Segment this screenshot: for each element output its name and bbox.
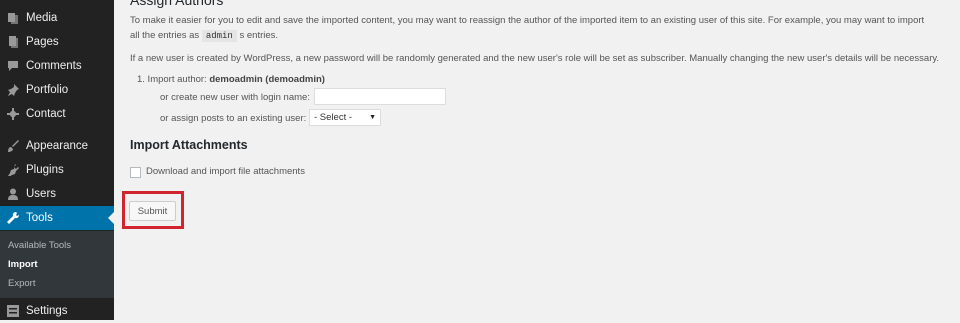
sidebar-item-plugins[interactable]: Plugins xyxy=(0,158,114,182)
plugins-icon xyxy=(7,164,19,176)
submenu-item-import[interactable]: Import xyxy=(8,259,38,270)
settings-icon xyxy=(7,305,19,317)
sidebar-item-label: Settings xyxy=(26,305,68,317)
contact-icon xyxy=(7,108,19,120)
admin-code: admin xyxy=(201,30,237,42)
sidebar-item-label: Appearance xyxy=(26,140,89,152)
sidebar-item-label: Media xyxy=(26,12,58,24)
sidebar-item-label: Portfolio xyxy=(26,84,69,96)
tools-submenu: Available Tools Import Export xyxy=(0,231,114,298)
intro-line-1: To make it easier for you to edit and sa… xyxy=(130,15,925,26)
sidebar-item-tools[interactable]: Tools xyxy=(0,206,114,230)
admin-sidebar: Media Pages Comments Portfolio Contact A… xyxy=(0,0,114,320)
sidebar-item-comments[interactable]: Comments xyxy=(0,54,114,78)
intro-text: To make it easier for you to edit and sa… xyxy=(130,13,950,44)
new-user-login-input[interactable] xyxy=(314,88,446,105)
sidebar-item-portfolio[interactable]: Portfolio xyxy=(0,78,114,102)
sidebar-item-settings[interactable]: Settings xyxy=(0,299,114,323)
import-author-prefix: 1. Import author: xyxy=(137,74,207,85)
sidebar-item-contact[interactable]: Contact xyxy=(0,102,114,126)
portfolio-icon xyxy=(7,84,19,96)
sidebar-item-label: Users xyxy=(26,188,57,200)
assign-user-label: or assign posts to an existing user: xyxy=(160,113,307,124)
import-author-row: 1. Import author: demoadmin (demoadmin) xyxy=(137,74,325,85)
sidebar-item-media[interactable]: Media xyxy=(0,6,114,30)
users-icon xyxy=(7,188,19,200)
tools-icon xyxy=(7,212,19,224)
attachments-checkbox[interactable] xyxy=(130,167,141,178)
sidebar-item-label: Contact xyxy=(26,108,66,120)
comments-icon xyxy=(7,60,19,72)
sidebar-item-label: Plugins xyxy=(26,164,64,176)
submit-button[interactable]: Submit xyxy=(129,201,176,221)
sidebar-item-pages[interactable]: Pages xyxy=(0,30,114,54)
new-user-note: If a new user is created by WordPress, a… xyxy=(130,53,940,64)
select-value: - Select - xyxy=(314,112,353,123)
sidebar-item-appearance[interactable]: Appearance xyxy=(0,134,114,158)
media-icon xyxy=(7,12,19,24)
pages-icon xyxy=(7,36,19,48)
appearance-icon xyxy=(7,140,19,152)
submenu-item-available-tools[interactable]: Available Tools xyxy=(8,240,71,251)
create-user-label: or create new user with login name: xyxy=(160,92,310,103)
intro-line-2: all the entries as xyxy=(130,30,200,41)
sidebar-item-label: Tools xyxy=(26,212,53,224)
existing-user-select[interactable]: - Select - ▼ xyxy=(309,109,381,126)
sidebar-item-users[interactable]: Users xyxy=(0,182,114,206)
page-heading: Assign Authors xyxy=(130,0,224,8)
import-author-name: demoadmin (demoadmin) xyxy=(209,74,325,85)
chevron-down-icon: ▼ xyxy=(369,114,376,121)
sidebar-item-label: Comments xyxy=(26,60,82,72)
intro-line-2-end: s entries. xyxy=(239,30,279,41)
submenu-item-export[interactable]: Export xyxy=(8,278,35,289)
sidebar-item-label: Pages xyxy=(26,36,59,48)
import-attachments-heading: Import Attachments xyxy=(130,138,248,152)
attachments-checkbox-label[interactable]: Download and import file attachments xyxy=(146,166,305,177)
